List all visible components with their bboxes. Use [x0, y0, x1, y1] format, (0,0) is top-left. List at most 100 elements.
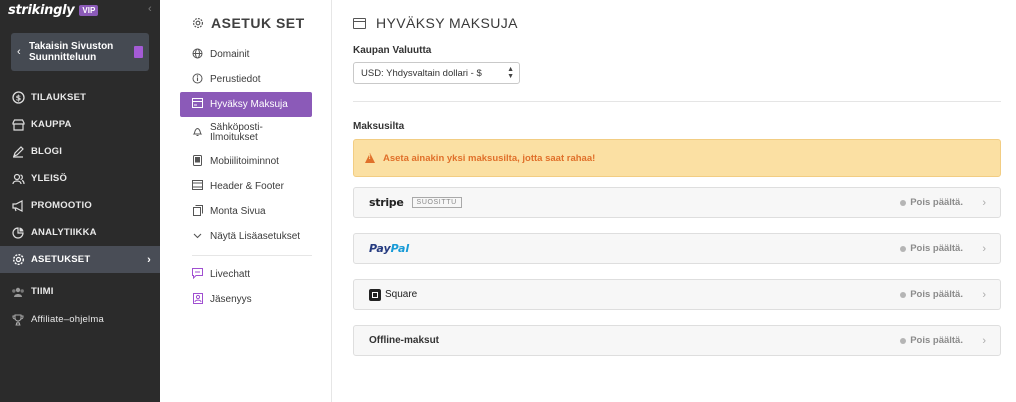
sidebar-item-team[interactable]: TIIMI [0, 278, 160, 305]
chevron-right-icon: › [147, 253, 151, 266]
settings-item-label: Livechatt [210, 269, 251, 280]
settings-item-multiple-pages[interactable]: Monta Sivua [180, 199, 312, 224]
gateway-offline[interactable]: Offline-maksut Pois päältä. › [353, 325, 1001, 356]
mobile-icon [192, 154, 203, 169]
card-icon [353, 17, 366, 29]
warning-icon [365, 153, 375, 163]
back-to-editor-button[interactable]: ‹ Takaisin Sivuston Suunnitteluun [11, 33, 149, 71]
sidebar-item-label: TILAUKSET [31, 92, 87, 103]
page-title-text: HYVÄKSY MAKSUJA [376, 15, 518, 31]
settings-item-membership[interactable]: Jäsenyys [180, 287, 312, 312]
settings-item-label: Mobiilitoiminnot [210, 156, 279, 167]
paypal-logo: PayPal [369, 242, 409, 255]
gateway-status: Pois päältä. [900, 197, 963, 208]
store-icon [11, 118, 25, 132]
settings-item-label-wrap: Sähköposti- Ilmoitukset [210, 123, 263, 143]
chevron-right-icon: › [982, 288, 986, 301]
sidebar-item-settings[interactable]: ASETUKSET › [0, 246, 160, 273]
gateway-status: Pois päältä. [900, 335, 963, 346]
bell-icon [192, 126, 203, 140]
sidebar-item-affiliate[interactable]: Affiliate–ohjelma [0, 306, 160, 333]
pie-chart-icon [11, 226, 25, 240]
sidebar-item-label: KAUPPA [31, 119, 72, 130]
settings-item-accept-payments[interactable]: Hyväksy Maksuja [180, 92, 312, 117]
currency-select[interactable]: USD: Yhdysvaltain dollari - $ ▲ ▼ [353, 62, 520, 84]
gateway-status: Pois päältä. [900, 243, 963, 254]
sidebar-item-analytics[interactable]: ANALYTIIKKA [0, 219, 160, 246]
card-icon [192, 98, 203, 111]
gateway-paypal[interactable]: PayPal Pois päältä. › [353, 233, 1001, 264]
brand[interactable]: strikingly VIP [8, 2, 99, 18]
users-icon [11, 172, 25, 186]
chevron-right-icon: › [982, 242, 986, 255]
sidebar-item-label: PROMOOTIO [31, 200, 92, 211]
pen-icon [11, 145, 25, 159]
status-text: Pois päältä. [910, 335, 963, 346]
dollar-circle-icon: $ [11, 91, 25, 105]
settings-item-header-footer[interactable]: Header & Footer [180, 174, 312, 199]
sidebar-item-label: Affiliate–ohjelma [31, 314, 104, 325]
stripe-logo: stripe [369, 196, 404, 209]
recommended-badge: SUOSITTU [411, 197, 462, 208]
editor-icon [134, 46, 143, 58]
gear-icon [11, 253, 25, 267]
square-logo-icon [369, 288, 381, 301]
chevron-down-icon [192, 231, 203, 242]
offline-payments-label: Offline-maksut [369, 335, 440, 346]
vip-badge: VIP [79, 4, 99, 16]
settings-item-label: Domainit [210, 49, 250, 60]
collapse-sidebar-icon[interactable]: ‹ [148, 3, 152, 15]
page-title: HYVÄKSY MAKSUJA [353, 15, 518, 31]
gateway-square[interactable]: Square Pois päältä. › [353, 279, 1001, 310]
megaphone-icon [11, 199, 25, 213]
settings-item-label: Hyväksy Maksuja [210, 99, 288, 110]
paypal-logo-part2: Pal [390, 242, 410, 255]
pages-icon [192, 204, 203, 219]
settings-item-label: Näytä Lisäasetukset [210, 231, 301, 242]
brand-logo: strikingly [8, 2, 75, 18]
settings-item-show-more[interactable]: Näytä Lisäasetukset [180, 224, 312, 249]
settings-item-label: Header & Footer [210, 181, 284, 192]
square-logo: Square [369, 288, 418, 301]
select-arrows-icon: ▲ ▼ [507, 66, 514, 80]
sidebar-item-audience[interactable]: YLEISÖ [0, 165, 160, 192]
square-logo-text: Square [385, 289, 418, 300]
settings-header: ASETUK SET [192, 15, 305, 31]
sidebar-item-label: YLEISÖ [31, 173, 68, 184]
status-text: Pois päältä. [910, 243, 963, 254]
sidebar-item-orders[interactable]: $ TILAUKSET [0, 84, 160, 111]
sidebar-item-label: BLOGI [31, 146, 63, 157]
info-icon [192, 73, 203, 87]
settings-panel: ASETUK SET Domainit Perustiedot Hyväksy … [160, 0, 332, 402]
main-content: HYVÄKSY MAKSUJA Kaupan Valuutta USD: Yhd… [332, 0, 1016, 402]
sidebar-item-label: TIIMI [31, 286, 54, 297]
status-text: Pois päältä. [910, 197, 963, 208]
status-dot [900, 199, 907, 206]
settings-item-livechat[interactable]: Livechatt [180, 262, 312, 287]
status-dot [900, 245, 907, 252]
paypal-logo-part1: Pay [369, 242, 391, 255]
team-icon [11, 285, 25, 299]
sidebar-item-promotion[interactable]: PROMOOTIO [0, 192, 160, 219]
settings-item-label: Jäsenyys [210, 294, 252, 305]
member-icon [192, 292, 203, 307]
chevron-right-icon: › [982, 196, 986, 209]
settings-item-basic-info[interactable]: Perustiedot [180, 67, 312, 92]
sidebar-item-label: ASETUKSET [31, 254, 91, 265]
currency-select-value: USD: Yhdysvaltain dollari - $ [361, 67, 482, 79]
settings-item-email-notifications[interactable]: Sähköposti- Ilmoitukset [180, 117, 312, 149]
status-text: Pois päältä. [910, 289, 963, 300]
sidebar-nav: $ TILAUKSET KAUPPA BLOGI YLEISÖ PROMOOTI… [0, 84, 160, 333]
sidebar-item-store[interactable]: KAUPPA [0, 111, 160, 138]
settings-item-label: Monta Sivua [210, 206, 266, 217]
gateway-stripe[interactable]: stripe SUOSITTU Pois päältä. › [353, 187, 1001, 218]
globe-icon [192, 48, 203, 62]
settings-item-mobile[interactable]: Mobiilitoiminnot [180, 149, 312, 174]
gateway-status: Pois päältä. [900, 289, 963, 300]
settings-title: ASETUK SET [211, 15, 305, 31]
svg-text:$: $ [15, 93, 21, 102]
sidebar-item-blog[interactable]: BLOGI [0, 138, 160, 165]
settings-divider [192, 255, 312, 256]
settings-item-domains[interactable]: Domainit [180, 42, 312, 67]
gateways-label: Maksusilta [353, 121, 405, 132]
